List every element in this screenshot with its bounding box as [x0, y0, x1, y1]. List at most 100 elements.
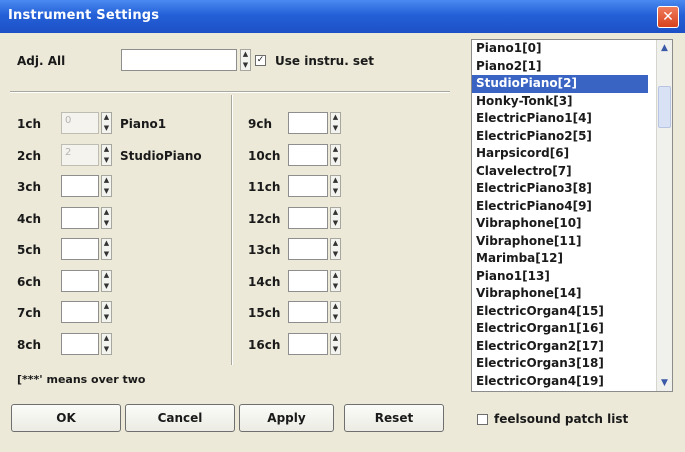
spin-up-icon[interactable]: ▲ [333, 208, 338, 217]
instrument-list-item[interactable]: Vibraphone[11] [472, 233, 672, 251]
spin-down-icon[interactable]: ▼ [333, 187, 338, 196]
channel-spinner[interactable]: ▲ ▼ [330, 238, 341, 260]
channel-spinner[interactable]: ▲ ▼ [330, 144, 341, 166]
spin-up-icon[interactable]: ▲ [104, 302, 109, 311]
scroll-up-icon[interactable]: ▲ [658, 41, 671, 55]
spin-down-icon[interactable]: ▼ [104, 187, 109, 196]
instrument-list-item[interactable]: Harpsicord[6] [472, 145, 672, 163]
channel-spinner[interactable]: ▲ ▼ [101, 144, 112, 166]
spin-down-icon[interactable]: ▼ [104, 156, 109, 165]
instrument-list-item[interactable]: Clavelectro[7] [472, 163, 672, 181]
spin-up-icon[interactable]: ▲ [104, 271, 109, 280]
channel-spinner[interactable]: ▲ ▼ [330, 301, 341, 323]
instrument-list-item[interactable]: Piano1[0] [472, 40, 672, 58]
spin-up-icon[interactable]: ▲ [333, 271, 338, 280]
spin-up-icon[interactable]: ▲ [333, 334, 338, 343]
instrument-list-item[interactable]: StudioPiano[2] [472, 75, 648, 93]
instrument-list-item[interactable]: ElectricOrgan4[15] [472, 303, 672, 321]
scrollbar-thumb[interactable] [658, 86, 671, 128]
instrument-listbox[interactable]: Piano1[0] Piano2[1] StudioPiano[2] Honky-To… [471, 39, 673, 392]
reset-button[interactable]: Reset [344, 404, 444, 432]
ok-button[interactable]: OK [11, 404, 121, 432]
channel-spinner[interactable]: ▲ ▼ [330, 175, 341, 197]
instrument-list-item[interactable]: Marimba[12] [472, 250, 672, 268]
spin-up-icon[interactable]: ▲ [104, 239, 109, 248]
instrument-list-item[interactable]: ElectricOrgan4[19] [472, 373, 672, 391]
spin-down-icon[interactable]: ▼ [333, 345, 338, 354]
adj-all-spinner[interactable]: ▲ ▼ [240, 49, 251, 71]
cancel-button[interactable]: Cancel [125, 404, 235, 432]
close-button[interactable]: ✕ [657, 6, 679, 28]
spin-down-icon[interactable]: ▼ [104, 219, 109, 228]
channel-spinner[interactable]: ▲ ▼ [330, 270, 341, 292]
spin-up-icon[interactable]: ▲ [333, 113, 338, 122]
spin-up-icon[interactable]: ▲ [104, 145, 109, 154]
spin-down-icon[interactable]: ▼ [243, 61, 248, 70]
channel-spinner[interactable]: ▲ ▼ [101, 112, 112, 134]
title-bar[interactable]: Instrument Settings ✕ [0, 0, 685, 33]
channel-spinner[interactable]: ▲ ▼ [101, 301, 112, 323]
channel-input[interactable] [61, 175, 99, 197]
channel-spinner[interactable]: ▲ ▼ [330, 333, 341, 355]
instrument-list-item[interactable]: ElectricOrgan2[17] [472, 338, 672, 356]
spin-up-icon[interactable]: ▲ [104, 176, 109, 185]
spin-up-icon[interactable]: ▲ [104, 113, 109, 122]
spin-down-icon[interactable]: ▼ [333, 282, 338, 291]
spin-down-icon[interactable]: ▼ [104, 282, 109, 291]
spin-down-icon[interactable]: ▼ [333, 313, 338, 322]
spin-down-icon[interactable]: ▼ [104, 250, 109, 259]
channel-input[interactable] [288, 112, 328, 134]
channel-spinner[interactable]: ▲ ▼ [101, 270, 112, 292]
instrument-list-item[interactable]: ElectricOrgan1[16] [472, 320, 672, 338]
channel-input[interactable] [288, 238, 328, 260]
spin-up-icon[interactable]: ▲ [333, 302, 338, 311]
channel-input[interactable]: 2 [61, 144, 99, 166]
spin-up-icon[interactable]: ▲ [104, 208, 109, 217]
channel-input[interactable] [288, 270, 328, 292]
channel-input[interactable] [61, 301, 99, 323]
channel-input[interactable] [61, 238, 99, 260]
instrument-list-item[interactable]: ElectricOrgan3[18] [472, 355, 672, 373]
channel-spinner[interactable]: ▲ ▼ [101, 238, 112, 260]
channel-input[interactable] [288, 301, 328, 323]
spin-up-icon[interactable]: ▲ [333, 145, 338, 154]
spin-up-icon[interactable]: ▲ [333, 239, 338, 248]
channel-input[interactable] [61, 270, 99, 292]
instrument-list-item[interactable]: Piano1[13] [472, 268, 672, 286]
instrument-list-item[interactable]: ElectricPiano3[8] [472, 180, 672, 198]
channel-input[interactable] [288, 207, 328, 229]
instrument-list-item[interactable]: Piano2[1] [472, 58, 672, 76]
channel-input[interactable] [288, 333, 328, 355]
instrument-list-item[interactable]: ElectricPiano1[4] [472, 110, 672, 128]
spin-up-icon[interactable]: ▲ [104, 334, 109, 343]
use-instru-checkbox[interactable]: ✓ [255, 55, 266, 66]
spin-down-icon[interactable]: ▼ [104, 313, 109, 322]
channel-spinner[interactable]: ▲ ▼ [330, 112, 341, 134]
channel-input[interactable] [288, 144, 328, 166]
instrument-list-item[interactable]: Honky-Tonk[3] [472, 93, 672, 111]
channel-spinner[interactable]: ▲ ▼ [101, 207, 112, 229]
channel-input[interactable] [61, 207, 99, 229]
listbox-scrollbar[interactable]: ▲ ▼ [656, 40, 672, 391]
feelsound-checkbox[interactable] [477, 414, 488, 425]
instrument-list-item[interactable]: Vibraphone[10] [472, 215, 672, 233]
instrument-list-item[interactable]: ElectricPiano4[9] [472, 198, 672, 216]
spin-down-icon[interactable]: ▼ [104, 124, 109, 133]
channel-input[interactable]: 0 [61, 112, 99, 134]
adj-all-input[interactable] [121, 49, 237, 71]
channel-spinner[interactable]: ▲ ▼ [330, 207, 341, 229]
spin-down-icon[interactable]: ▼ [333, 156, 338, 165]
spin-down-icon[interactable]: ▼ [333, 124, 338, 133]
channel-input[interactable] [61, 333, 99, 355]
spin-up-icon[interactable]: ▲ [243, 50, 248, 59]
instrument-list-item[interactable]: Vibraphone[14] [472, 285, 672, 303]
instrument-list-item[interactable]: ElectricPiano2[5] [472, 128, 672, 146]
channel-spinner[interactable]: ▲ ▼ [101, 333, 112, 355]
channel-input[interactable] [288, 175, 328, 197]
scroll-down-icon[interactable]: ▼ [658, 376, 671, 390]
spin-down-icon[interactable]: ▼ [104, 345, 109, 354]
spin-down-icon[interactable]: ▼ [333, 219, 338, 228]
spin-up-icon[interactable]: ▲ [333, 176, 338, 185]
channel-spinner[interactable]: ▲ ▼ [101, 175, 112, 197]
spin-down-icon[interactable]: ▼ [333, 250, 338, 259]
